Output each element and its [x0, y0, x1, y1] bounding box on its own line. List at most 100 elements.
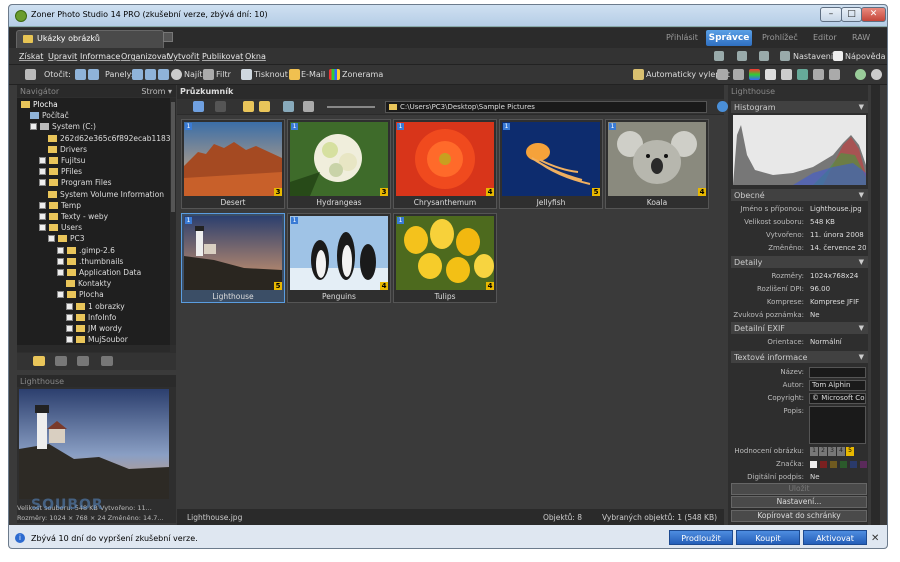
text-info-section[interactable]: Textové informace ▼	[731, 351, 868, 363]
zonerama-button[interactable]: Zonerama	[342, 68, 383, 82]
thumbnail-size-slider[interactable]	[327, 106, 375, 108]
catalog-tab-icon[interactable]	[77, 356, 89, 366]
panel-layout-3-icon[interactable]	[158, 69, 169, 80]
forward-icon[interactable]	[215, 101, 226, 112]
globe-icon[interactable]	[855, 69, 866, 80]
refresh-icon[interactable]	[717, 101, 728, 112]
resize-icon[interactable]	[829, 69, 840, 80]
printer-icon[interactable]	[241, 69, 252, 80]
maximize-button[interactable]: □	[841, 7, 862, 22]
envelope-icon[interactable]	[289, 69, 300, 80]
find-button[interactable]: Najít	[184, 68, 202, 82]
thumbnail-penguins[interactable]: 1 4 Penguins	[287, 213, 391, 303]
exif-section[interactable]: Detailní EXIF ▼	[731, 322, 868, 334]
help-menu[interactable]: Nápověda	[845, 52, 886, 61]
print-button[interactable]: Tisknout	[254, 68, 288, 82]
tab-options-icon[interactable]	[163, 32, 173, 42]
menu-information[interactable]: Informace	[80, 52, 120, 61]
copy-to-clipboard-button[interactable]: Kopírovat do schránky	[731, 510, 867, 522]
author-field[interactable]: Tom Alphin	[809, 380, 866, 391]
help-icon[interactable]	[833, 51, 843, 61]
tree-item[interactable]: Plocha	[57, 290, 104, 301]
expand-toggle-icon[interactable]	[39, 224, 46, 232]
expand-toggle-icon[interactable]	[39, 179, 46, 187]
red-label[interactable]	[820, 461, 827, 468]
path-input[interactable]: C:\Users\PC3\Desktop\Sample Pictures	[385, 101, 707, 113]
histogram-section[interactable]: Histogram ▼	[731, 101, 868, 113]
yellow-label[interactable]	[830, 461, 837, 468]
tree-item[interactable]: 262d62e365c6f892ecab11838eca7	[48, 134, 170, 145]
tree-item[interactable]: Users	[39, 223, 82, 234]
tree-item[interactable]: System (C:)	[30, 122, 96, 133]
blue-label[interactable]	[850, 461, 857, 468]
thumbnail-lighthouse[interactable]: 1 5 Lighthouse	[181, 213, 285, 303]
tool-2-icon[interactable]	[733, 69, 744, 80]
extend-button[interactable]: Prodloužit	[669, 530, 733, 545]
camera-icon[interactable]	[25, 69, 36, 80]
tab-manager[interactable]: Správce	[706, 30, 752, 46]
save-button[interactable]: Uložit	[731, 483, 867, 495]
expand-toggle-icon[interactable]	[39, 201, 46, 209]
expand-toggle-icon[interactable]	[66, 313, 73, 321]
rating-1[interactable]: 1	[810, 447, 818, 456]
thumbnail-chrysanthemum[interactable]: 1 4 Chrysanthemum	[393, 119, 497, 209]
panel-layout-2-icon[interactable]	[145, 69, 156, 80]
color-icon[interactable]	[749, 69, 760, 80]
folder-up-icon[interactable]	[243, 101, 254, 112]
general-section[interactable]: Obecné ▼	[731, 189, 868, 201]
expand-toggle-icon[interactable]	[57, 246, 64, 254]
buy-button[interactable]: Koupit	[736, 530, 800, 545]
description-field[interactable]	[809, 406, 866, 444]
tree-item[interactable]: Program Files	[39, 178, 112, 189]
expand-toggle-icon[interactable]	[57, 257, 64, 265]
expand-toggle-icon[interactable]	[57, 291, 64, 299]
thumbnail-desert[interactable]: 1 3 Desert	[181, 119, 285, 209]
expand-toggle-icon[interactable]	[66, 336, 73, 344]
tree-item[interactable]: Application Data	[57, 268, 141, 279]
expand-toggle-icon[interactable]	[48, 235, 55, 243]
expand-toggle-icon[interactable]	[39, 157, 46, 164]
details-section[interactable]: Detaily ▼	[731, 256, 868, 268]
close-button[interactable]: ✕	[861, 7, 886, 22]
tree-item[interactable]: Texty - weby	[39, 212, 108, 223]
tree-item[interactable]: .gimp-2.6	[57, 246, 115, 257]
expand-toggle-icon[interactable]	[30, 123, 37, 131]
settings-menu[interactable]: Nastavení	[793, 52, 833, 61]
tool-1-icon[interactable]	[717, 69, 728, 80]
expand-toggle-icon[interactable]	[66, 302, 73, 310]
rating-4[interactable]: 4	[837, 447, 845, 456]
tools-icon[interactable]	[759, 51, 769, 61]
menu-edit[interactable]: Upravit	[48, 52, 77, 61]
tree-item[interactable]: InfoInfo	[66, 313, 116, 324]
tree-horizontal-scrollbar[interactable]	[17, 345, 170, 352]
tree-item[interactable]: System Volume Information	[48, 190, 164, 201]
green-label[interactable]	[840, 461, 847, 468]
folders-tab-icon[interactable]	[33, 356, 45, 366]
expand-toggle-icon[interactable]	[39, 168, 46, 176]
search-icon[interactable]	[171, 69, 182, 80]
settings-icon[interactable]	[780, 51, 790, 61]
view-mode-icon[interactable]	[303, 101, 314, 112]
triangle-icon[interactable]	[781, 69, 792, 80]
levels-icon[interactable]	[765, 69, 776, 80]
zonerama-icon[interactable]	[329, 69, 340, 80]
filter-button[interactable]: Filtr	[216, 68, 231, 82]
tree-item[interactable]: MujSoubor	[66, 335, 128, 345]
tree-item[interactable]: Fujitsu	[39, 156, 85, 167]
tree-item[interactable]: JM wordy	[66, 324, 122, 335]
tree-item[interactable]: .thumbnails	[57, 257, 123, 268]
thumbnail-koala[interactable]: 1 4 Koala	[605, 119, 709, 209]
tree-scrollbar[interactable]	[170, 98, 176, 345]
email-button[interactable]: E-Mail	[301, 68, 325, 82]
rating-3[interactable]: 3	[828, 447, 836, 456]
settings-button[interactable]: Nastavení...	[731, 496, 867, 508]
gear-icon[interactable]	[737, 51, 747, 61]
landscape-icon[interactable]	[797, 69, 808, 80]
tab-editor[interactable]: Editor	[813, 33, 837, 42]
minimize-button[interactable]: –	[820, 7, 842, 22]
purple-label[interactable]	[860, 461, 867, 468]
rotate-left-icon[interactable]	[75, 69, 86, 80]
login-link[interactable]: Přihlásit	[666, 33, 698, 42]
tab-raw[interactable]: RAW	[852, 33, 870, 42]
document-tab[interactable]: Ukázky obrázků	[16, 30, 164, 48]
